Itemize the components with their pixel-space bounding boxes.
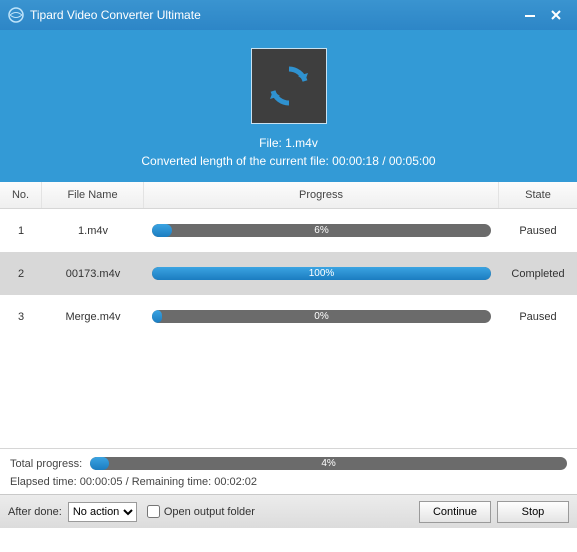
- cell-progress: 100%: [144, 267, 499, 280]
- total-progress-bar: 4%: [90, 457, 567, 470]
- converted-length-label: Converted length of the current file: 00…: [0, 154, 577, 168]
- titlebar: Tipard Video Converter Ultimate: [0, 0, 577, 30]
- after-done-select[interactable]: No action: [68, 502, 137, 522]
- table-empty-area: [0, 338, 577, 448]
- open-output-label: Open output folder: [164, 506, 255, 518]
- stop-button[interactable]: Stop: [497, 501, 569, 523]
- cell-filename: 1.m4v: [42, 225, 144, 237]
- open-output-checkbox[interactable]: [147, 505, 160, 518]
- row-progress-text: 6%: [152, 224, 491, 237]
- file-table: No. File Name Progress State 11.m4v 6% Pau…: [0, 182, 577, 448]
- open-output-checkbox-wrap[interactable]: Open output folder: [147, 505, 255, 518]
- cell-state: Paused: [499, 311, 577, 323]
- cell-progress: 0%: [144, 310, 499, 323]
- footer-bar: After done: No action Open output folder…: [0, 494, 577, 528]
- cell-no: 3: [0, 311, 42, 323]
- after-done-label: After done:: [8, 506, 62, 518]
- current-file-label: File: 1.m4v: [0, 136, 577, 150]
- row-progress-bar: 0%: [152, 310, 491, 323]
- cell-state: Paused: [499, 225, 577, 237]
- cell-filename: 00173.m4v: [42, 268, 144, 280]
- total-progress-text: 4%: [90, 457, 567, 470]
- header-filename: File Name: [42, 182, 144, 208]
- total-progress-label: Total progress:: [10, 458, 82, 470]
- continue-button[interactable]: Continue: [419, 501, 491, 523]
- cell-no: 1: [0, 225, 42, 237]
- minimize-button[interactable]: [517, 4, 543, 26]
- conversion-hero: File: 1.m4v Converted length of the curr…: [0, 30, 577, 182]
- table-row[interactable]: 3Merge.m4v 0% Paused: [0, 295, 577, 338]
- row-progress-text: 0%: [152, 310, 491, 323]
- table-header: No. File Name Progress State: [0, 182, 577, 209]
- header-state: State: [499, 182, 577, 208]
- cell-state: Completed: [499, 268, 577, 280]
- cell-progress: 6%: [144, 224, 499, 237]
- convert-icon: [251, 48, 327, 124]
- cell-no: 2: [0, 268, 42, 280]
- elapsed-remaining-label: Elapsed time: 00:00:05 / Remaining time:…: [10, 476, 567, 488]
- totals-panel: Total progress: 4% Elapsed time: 00:00:0…: [0, 448, 577, 494]
- close-button[interactable]: [543, 4, 569, 26]
- cell-filename: Merge.m4v: [42, 311, 144, 323]
- row-progress-text: 100%: [152, 267, 491, 280]
- row-progress-bar: 100%: [152, 267, 491, 280]
- table-row[interactable]: 11.m4v 6% Paused: [0, 209, 577, 252]
- app-logo-icon: [8, 7, 24, 23]
- table-row[interactable]: 200173.m4v 100% Completed: [0, 252, 577, 295]
- row-progress-bar: 6%: [152, 224, 491, 237]
- window-title: Tipard Video Converter Ultimate: [30, 8, 517, 22]
- header-no: No.: [0, 182, 42, 208]
- header-progress: Progress: [144, 182, 499, 208]
